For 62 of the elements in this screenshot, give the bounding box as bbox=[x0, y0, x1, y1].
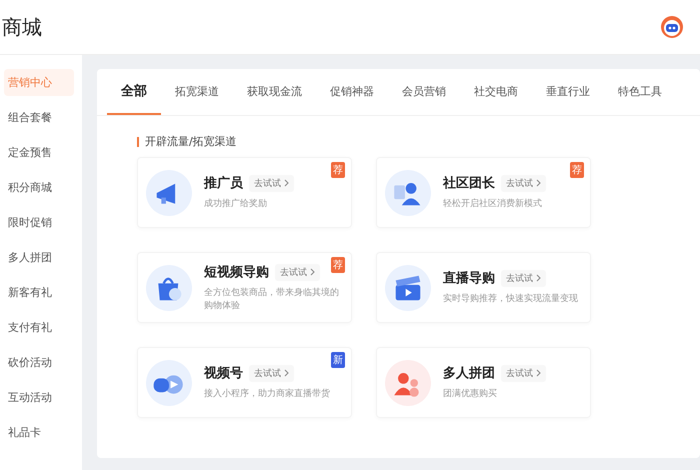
card-title: 直播导购 bbox=[443, 270, 495, 288]
sidebar-item[interactable]: 礼品卡 bbox=[4, 419, 74, 446]
card-title: 视频号 bbox=[204, 365, 243, 382]
card-title: 社区团长 bbox=[443, 175, 495, 192]
chevron-icon bbox=[310, 268, 315, 276]
try-button[interactable]: 去试试 bbox=[501, 270, 546, 287]
card-description: 全方位包装商品，带来身临其境的购物体验 bbox=[204, 287, 340, 312]
category-tab[interactable]: 促销神器 bbox=[316, 69, 388, 115]
app-title: 商城 bbox=[2, 14, 42, 40]
bag-icon bbox=[146, 264, 192, 310]
sidebar-item[interactable]: 互动活动 bbox=[4, 384, 74, 411]
robot-avatar-icon[interactable] bbox=[660, 15, 684, 39]
card-description: 接入小程序，助力商家直播带货 bbox=[204, 388, 330, 401]
chevron-icon bbox=[536, 369, 541, 378]
section-marker bbox=[137, 136, 139, 146]
section-title: 开辟流量/拓宽渠道 bbox=[145, 134, 237, 149]
megaphone-icon bbox=[146, 170, 192, 216]
category-tab[interactable]: 特色工具 bbox=[604, 69, 676, 115]
feature-card[interactable]: 直播导购 去试试 实时导购推荐，快速实现流量变现 bbox=[376, 252, 591, 323]
chevron-icon bbox=[536, 179, 541, 188]
feature-card[interactable]: 推广员 去试试 成功推广给奖励 荐 bbox=[137, 157, 352, 228]
card-badge: 荐 bbox=[331, 257, 345, 273]
video-icon bbox=[146, 360, 192, 406]
person-icon bbox=[385, 170, 431, 216]
sidebar-item[interactable]: 砍价活动 bbox=[4, 349, 74, 376]
feature-card[interactable]: 社区团长 去试试 轻松开启社区消费新模式 荐 bbox=[376, 157, 591, 228]
group-icon bbox=[385, 360, 431, 406]
category-tab[interactable]: 社交电商 bbox=[460, 69, 532, 115]
sidebar-item[interactable]: 组合套餐 bbox=[4, 104, 74, 131]
category-tab[interactable]: 会员营销 bbox=[388, 69, 460, 115]
card-badge: 荐 bbox=[331, 162, 345, 178]
chevron-icon bbox=[284, 369, 289, 378]
try-button[interactable]: 去试试 bbox=[501, 174, 546, 192]
chevron-icon bbox=[536, 274, 541, 282]
try-button[interactable]: 去试试 bbox=[249, 174, 294, 192]
try-button[interactable]: 去试试 bbox=[249, 364, 294, 382]
category-tab[interactable]: 垂直行业 bbox=[532, 69, 604, 115]
card-description: 轻松开启社区消费新模式 bbox=[443, 198, 543, 211]
try-button[interactable]: 去试试 bbox=[501, 364, 546, 382]
category-tab[interactable]: 全部 bbox=[107, 69, 161, 115]
card-description: 成功推广给奖励 bbox=[204, 198, 268, 211]
card-title: 推广员 bbox=[204, 174, 243, 192]
card-badge: 新 bbox=[331, 352, 345, 368]
card-badge: 荐 bbox=[570, 162, 584, 178]
category-tab[interactable]: 获取现金流 bbox=[233, 69, 316, 115]
card-description: 实时导购推荐，快速实现流量变现 bbox=[443, 293, 578, 306]
feature-card[interactable]: 短视频导购 去试试 全方位包装商品，带来身临其境的购物体验 荐 bbox=[137, 252, 352, 323]
sidebar-item[interactable]: 限时促销 bbox=[4, 209, 74, 236]
chevron-icon bbox=[284, 179, 289, 188]
feature-card[interactable]: 视频号 去试试 接入小程序，助力商家直播带货 新 bbox=[137, 347, 352, 418]
sidebar-item[interactable]: 积分商城 bbox=[4, 174, 74, 201]
card-title: 短视频导购 bbox=[204, 264, 269, 282]
sidebar-item[interactable]: 新客有礼 bbox=[4, 279, 74, 306]
category-tab[interactable]: 拓宽渠道 bbox=[161, 69, 233, 115]
try-button[interactable]: 去试试 bbox=[275, 264, 320, 281]
feature-card[interactable]: 多人拼团 去试试 团满优惠购买 bbox=[376, 347, 591, 418]
clapper-icon bbox=[385, 264, 431, 310]
sidebar-item[interactable]: 定金预售 bbox=[4, 139, 74, 166]
sidebar-item[interactable]: 多人拼团 bbox=[4, 244, 74, 271]
sidebar-item[interactable]: 支付有礼 bbox=[4, 314, 74, 341]
card-title: 多人拼团 bbox=[443, 365, 495, 382]
card-description: 团满优惠购买 bbox=[443, 388, 498, 401]
